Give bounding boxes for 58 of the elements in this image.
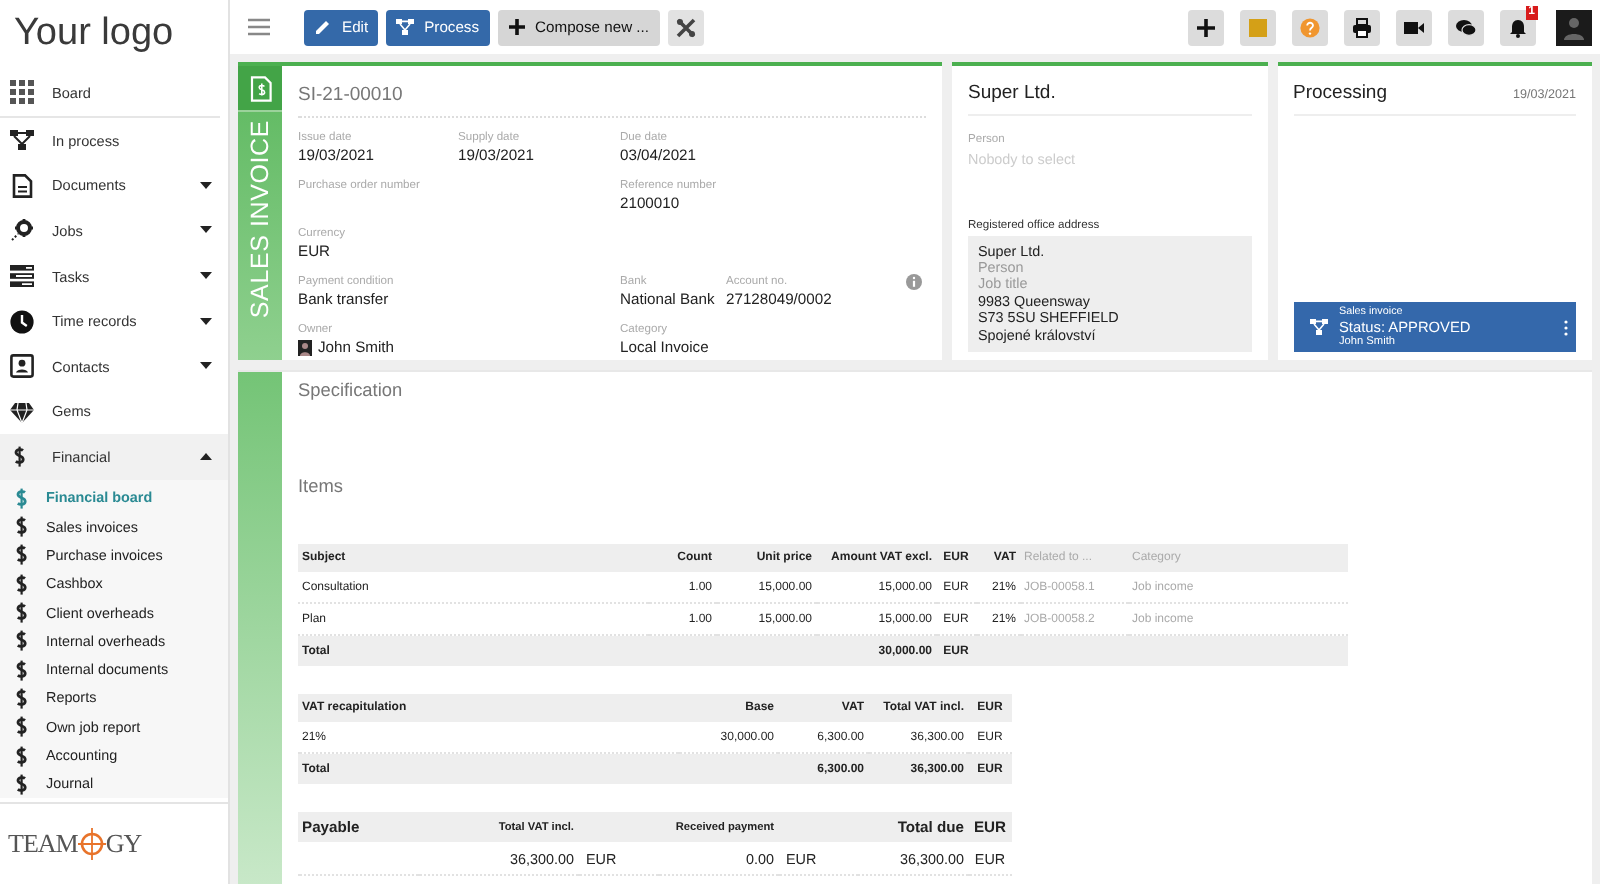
plus-icon: [507, 18, 526, 36]
add-button[interactable]: [1188, 9, 1224, 45]
document-icon: [10, 173, 34, 198]
info-icon[interactable]: [906, 274, 922, 290]
gear-icon: [10, 218, 34, 243]
note-icon: [1248, 17, 1268, 37]
dollar-icon: [12, 514, 30, 539]
grid-icon: [10, 80, 34, 104]
chat-bubbles-icon: [1456, 17, 1476, 37]
dollar-icon: [12, 657, 30, 682]
section-title: Items: [298, 476, 343, 496]
card-title: Processing: [1293, 82, 1387, 104]
pencil-icon: [314, 18, 332, 36]
avatar-button[interactable]: [1556, 9, 1592, 45]
video-button[interactable]: [1396, 9, 1432, 45]
menu-icon[interactable]: [248, 18, 270, 36]
tasks-icon: [10, 264, 34, 289]
dollar-icon: [12, 685, 30, 710]
section-title: Specification: [298, 380, 403, 400]
bell-icon: [1508, 17, 1528, 37]
card-title: Super Ltd.: [968, 78, 1251, 116]
dollar-icon: [12, 743, 30, 768]
nodes-icon: [396, 18, 415, 36]
caret-up-icon: [200, 452, 212, 461]
caret-down-icon: [200, 362, 212, 371]
caret-down-icon: [200, 181, 212, 190]
crosshair-icon: [77, 828, 106, 860]
dollar-icon: [12, 571, 30, 596]
dollar-icon: [12, 771, 30, 796]
dollar-icon: [12, 714, 30, 739]
contact-card-icon: [10, 354, 34, 379]
caret-down-icon: [200, 317, 212, 326]
tools-icon: [675, 17, 696, 37]
video-camera-icon: [1404, 17, 1424, 37]
dollar-icon: [12, 628, 30, 653]
logo-text: GY: [105, 828, 142, 860]
plus-icon: [1196, 17, 1216, 37]
dollar-icon: [12, 485, 30, 510]
chat-button[interactable]: [1448, 9, 1484, 45]
tools-button[interactable]: [667, 9, 704, 45]
document-number: SI-21-00010: [298, 78, 926, 118]
printer-icon: [1352, 17, 1372, 37]
person-silhouette-icon: [298, 340, 312, 356]
person-silhouette-icon: [1564, 15, 1584, 39]
gem-icon: [10, 399, 34, 424]
clock-icon: [10, 309, 34, 334]
logo-text: Your logo: [12, 10, 176, 58]
caret-down-icon: [200, 272, 212, 281]
caret-down-icon: [200, 226, 212, 235]
dollar-icon: [12, 600, 30, 625]
dollar-icon: [12, 542, 30, 567]
help-icon: [1300, 17, 1320, 37]
print-button[interactable]: [1344, 9, 1380, 45]
logo-text: TEAM: [8, 828, 78, 860]
nodes-icon: [10, 128, 34, 153]
document-type-label: SALES INVOICE: [246, 120, 274, 319]
nodes-icon: [1309, 318, 1327, 336]
invoice-dollar-icon: [249, 75, 271, 101]
